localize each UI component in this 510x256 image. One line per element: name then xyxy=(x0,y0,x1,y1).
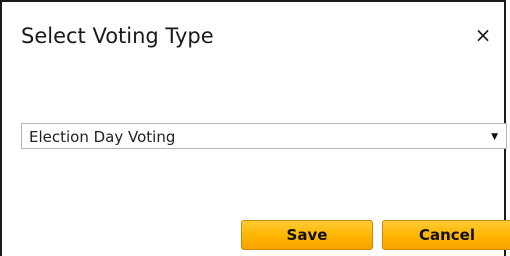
close-icon[interactable]: × xyxy=(472,24,494,46)
voting-type-select[interactable]: Election Day Voting ▼ xyxy=(21,123,507,149)
dialog-title: Select Voting Type xyxy=(21,24,214,48)
chevron-down-icon: ▼ xyxy=(491,132,498,142)
select-voting-type-dialog: Select Voting Type × Election Day Voting… xyxy=(0,0,510,256)
cancel-button[interactable]: Cancel xyxy=(382,220,510,250)
save-button[interactable]: Save xyxy=(241,220,373,250)
voting-type-selected-value: Election Day Voting xyxy=(29,128,176,146)
